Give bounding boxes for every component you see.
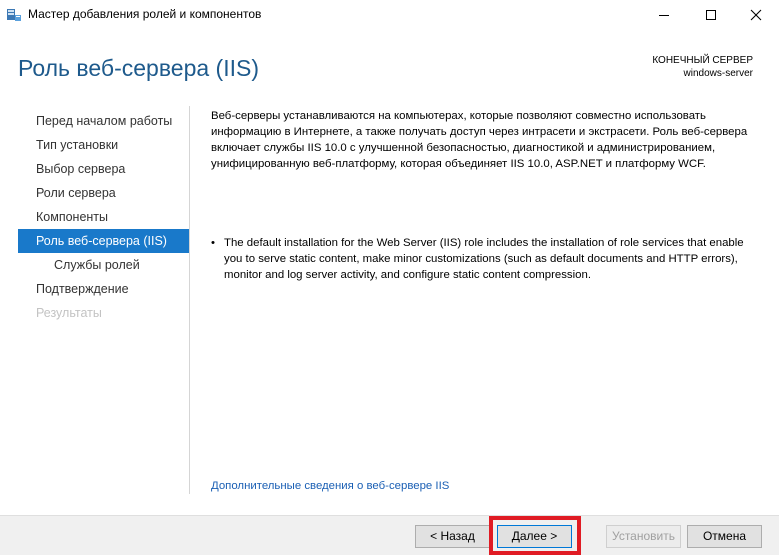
close-button[interactable] <box>733 0 779 30</box>
bullet-item: • The default installation for the Web S… <box>211 235 756 283</box>
intro-text: Веб-серверы устанавливаются на компьютер… <box>211 110 748 170</box>
cancel-button[interactable]: Отмена <box>687 525 762 548</box>
more-info-link[interactable]: Дополнительные сведения о веб-сервере II… <box>211 480 449 492</box>
close-icon <box>750 9 762 21</box>
nav-item-web-server-role[interactable]: Роль веб-сервера (IIS) <box>18 229 189 253</box>
nav-item-results: Результаты <box>36 306 102 320</box>
nav-item-confirmation[interactable]: Подтверждение <box>18 277 189 301</box>
bullet-text: The default installation for the Web Ser… <box>224 237 744 281</box>
minimize-button[interactable] <box>641 0 687 30</box>
nav-item-server-roles[interactable]: Роли сервера <box>18 181 189 205</box>
back-button[interactable]: < Назад <box>415 525 490 548</box>
bullet-dot-icon: • <box>211 237 215 249</box>
next-button[interactable]: Далее > <box>497 525 572 548</box>
page-title: Роль веб-сервера (IIS) <box>18 55 259 81</box>
wizard-steps-nav: Перед началом работы Тип установки Выбор… <box>18 109 189 325</box>
target-server-label: КОНЕЧНЫЙ СЕРВЕР <box>652 55 753 66</box>
nav-item-server-selection[interactable]: Выбор сервера <box>18 157 189 181</box>
title-bar: Мастер добавления ролей и компонентов <box>0 0 779 30</box>
target-server-name: windows-server <box>683 68 753 79</box>
nav-item-before-you-begin[interactable]: Перед началом работы <box>18 109 189 133</box>
window-title: Мастер добавления ролей и компонентов <box>28 7 262 21</box>
nav-item-installation-type[interactable]: Тип установки <box>18 133 189 157</box>
minimize-icon <box>659 15 669 16</box>
maximize-icon <box>706 10 716 20</box>
server-manager-wizard-icon <box>7 9 21 21</box>
maximize-button[interactable] <box>688 0 734 30</box>
nav-divider <box>189 106 190 494</box>
install-button: Установить <box>606 525 681 548</box>
nav-item-features[interactable]: Компоненты <box>18 205 189 229</box>
nav-item-role-services[interactable]: Службы ролей <box>18 253 189 277</box>
